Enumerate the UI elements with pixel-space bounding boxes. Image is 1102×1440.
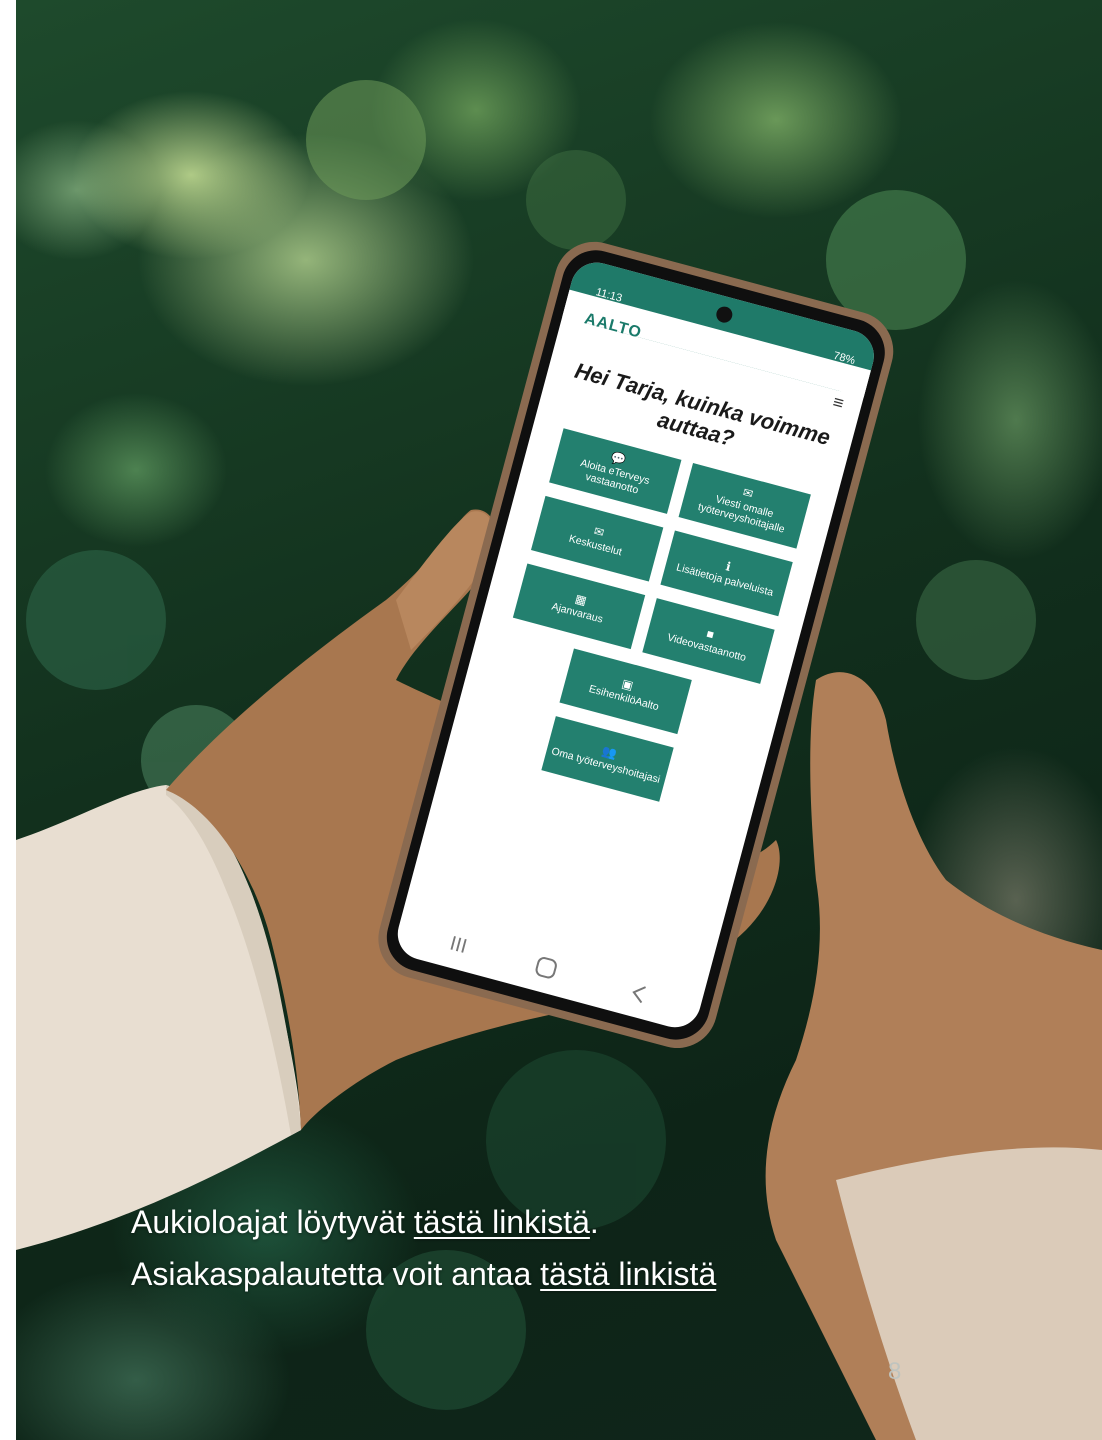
tile-videovastaanotto[interactable]: ■ Videovastaanotto: [642, 598, 775, 684]
caption-line-1-suffix: .: [589, 1204, 599, 1240]
envelope-icon: ✉: [741, 485, 755, 502]
app-logo: AALTO: [582, 310, 644, 342]
caption-line-1: Aukioloajat löytyvät tästä linkistä.: [131, 1196, 716, 1248]
status-time: 11:13: [594, 286, 624, 305]
status-battery: 78%: [832, 349, 857, 368]
users-icon: 👥: [600, 743, 619, 761]
page-number: 8: [888, 1358, 902, 1385]
caption: Aukioloajat löytyvät tästä linkistä. Asi…: [131, 1196, 716, 1300]
caption-line-1-text: Aukioloajat löytyvät: [131, 1204, 414, 1240]
tile-esihenkiloaalto[interactable]: ▣ EsihenkilöAalto: [559, 648, 692, 735]
tile-keskustelut[interactable]: ✉ Keskustelut: [530, 495, 664, 582]
caption-line-2: Asiakaspalautetta voit antaa tästä linki…: [131, 1248, 716, 1300]
caption-line-2-text: Asiakaspalautetta voit antaa: [131, 1256, 541, 1292]
video-camera-icon: ■: [704, 626, 716, 642]
opening-hours-link[interactable]: tästä linkistä: [414, 1204, 590, 1240]
chat-icon: 💬: [609, 449, 628, 468]
calendar-icon: ▦: [573, 591, 589, 608]
tile-ajanvaraus[interactable]: ▦ Ajanvaraus: [512, 563, 646, 650]
hamburger-menu-icon[interactable]: ≡: [830, 391, 846, 414]
envelope-icon: ✉: [592, 523, 606, 541]
tile-viesti-omalle[interactable]: ✉ Viesti omalle työterveyshoitajalle: [678, 462, 811, 549]
archive-box-icon: ▣: [620, 676, 635, 693]
tile-lisatietoja[interactable]: ℹ Lisätietoja palveluista: [660, 530, 793, 617]
tile-oma-tyoterveyshoitaja[interactable]: 👥 Oma työterveyshoitajasi: [541, 716, 674, 802]
info-icon: ℹ: [724, 559, 733, 574]
feedback-link[interactable]: tästä linkistä: [540, 1256, 716, 1292]
tile-aloita-eterveys[interactable]: 💬 Aloita eTerveys vastaanotto: [549, 428, 682, 514]
